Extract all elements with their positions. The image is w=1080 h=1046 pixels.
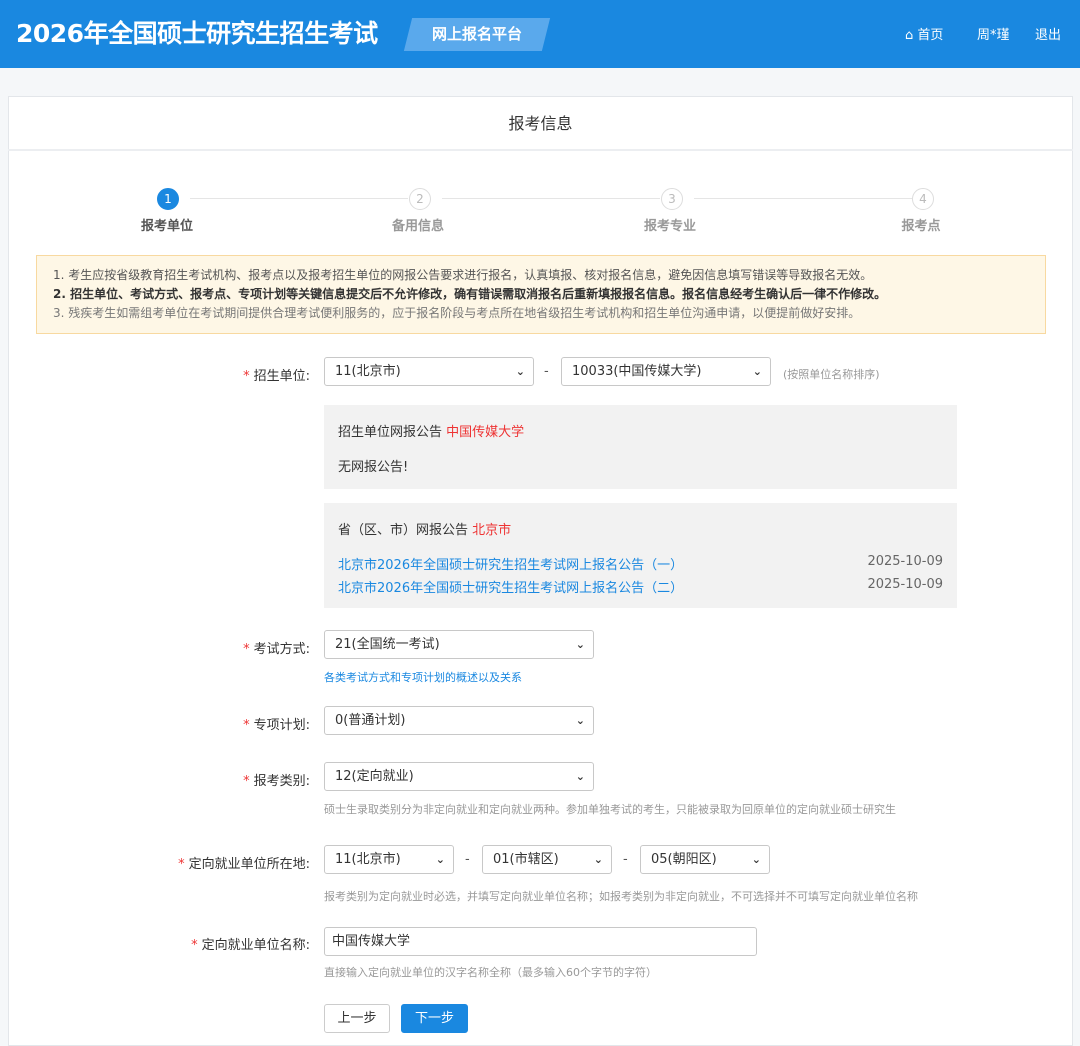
employer-label: * 定向就业单位名称: <box>10 934 310 953</box>
unit-announcement-box: 招生单位网报公告 中国传媒大学 无网报公告! <box>324 405 957 489</box>
announcement-link[interactable]: 北京市2026年全国硕士研究生招生考试网上报名公告（一） <box>338 554 683 573</box>
home-icon: ⌂ <box>905 28 913 43</box>
chevron-down-icon: ⌄ <box>436 846 445 873</box>
chevron-down-icon: ⌄ <box>753 358 762 385</box>
category-select[interactable]: 12(定向就业) ⌄ <box>324 762 594 791</box>
label-text: 专项计划: <box>254 718 310 733</box>
employer-hint: 直接输入定向就业单位的汉字名称全称（最多输入60个字节的字符） <box>324 964 657 980</box>
location-district-select[interactable]: 05(朝阳区) ⌄ <box>640 845 770 874</box>
label-text: 定向就业单位所在地: <box>189 857 310 872</box>
select-value: 12(定向就业) <box>335 769 414 784</box>
province-announcement-title: 省（区、市）网报公告 北京市 <box>338 519 943 538</box>
step-4-circle: 4 <box>912 188 934 210</box>
notice-box: 1. 考生应按省级教育招生考试机构、报考点以及报考招生单位的网报公告要求进行报名… <box>36 255 1046 334</box>
announcement-item: 北京市2026年全国硕士研究生招生考试网上报名公告（二） 2025-10-09 <box>338 577 943 596</box>
select-value: 0(普通计划) <box>335 713 405 728</box>
step-2-circle: 2 <box>409 188 431 210</box>
separator: - <box>623 852 628 867</box>
select-value: 11(北京市) <box>335 364 401 379</box>
step-3-circle: 3 <box>661 188 683 210</box>
home-link[interactable]: ⌂ 首页 <box>905 24 943 43</box>
location-province-select[interactable]: 11(北京市) ⌄ <box>324 845 454 874</box>
select-value: 01(市辖区) <box>493 852 559 867</box>
chevron-down-icon: ⌄ <box>752 846 761 873</box>
chevron-down-icon: ⌄ <box>594 846 603 873</box>
select-value: 11(北京市) <box>335 852 401 867</box>
required-mark: * <box>191 938 198 953</box>
site-title: 2026年全国硕士研究生招生考试 <box>16 14 378 50</box>
unit-province-select[interactable]: 11(北京市) ⌄ <box>324 357 534 386</box>
select-value: 05(朝阳区) <box>651 852 717 867</box>
notice-1: 1. 考生应按省级教育招生考试机构、报考点以及报考招生单位的网报公告要求进行报名… <box>53 266 1029 285</box>
unit-school-select[interactable]: 10033(中国传媒大学) ⌄ <box>561 357 771 386</box>
unit-name: 中国传媒大学 <box>446 425 524 440</box>
separator: - <box>544 364 549 379</box>
announcement-link[interactable]: 北京市2026年全国硕士研究生招生考试网上报名公告（二） <box>338 577 683 596</box>
step-2-label: 备用信息 <box>368 215 468 234</box>
exam-mode-select[interactable]: 21(全国统一考试) ⌄ <box>324 630 594 659</box>
location-city-select[interactable]: 01(市辖区) ⌄ <box>482 845 612 874</box>
category-label: * 报考类别: <box>10 770 310 789</box>
announcement-date: 2025-10-09 <box>867 577 943 596</box>
step-connector <box>190 198 408 199</box>
user-link[interactable]: 周*瑾 <box>977 24 1010 43</box>
required-mark: * <box>243 718 250 733</box>
title-text: 省（区、市）网报公告 <box>338 523 468 538</box>
unit-label: * 招生单位: <box>10 365 310 384</box>
unit-announcement-title: 招生单位网报公告 中国传媒大学 <box>338 421 943 440</box>
step-connector <box>694 198 912 199</box>
separator: - <box>465 852 470 867</box>
unit-hint: (按照单位名称排序) <box>783 366 880 382</box>
unit-announcement-body: 无网报公告! <box>338 456 943 475</box>
category-hint: 硕士生录取类别分为非定向就业和定向就业两种。参加单独考试的考生，只能被录取为回原… <box>324 801 896 817</box>
step-connector <box>442 198 660 199</box>
select-value: 21(全国统一考试) <box>335 637 440 652</box>
card-title: 报考信息 <box>8 96 1073 151</box>
chevron-down-icon: ⌄ <box>576 707 585 734</box>
chevron-down-icon: ⌄ <box>576 631 585 658</box>
label-text: 报考类别: <box>254 774 310 789</box>
step-4-label: 报考点 <box>871 215 971 234</box>
step-3-label: 报考专业 <box>620 215 720 234</box>
notice-3: 3. 残疾考生如需组考单位在考试期间提供合理考试便利服务的，应于报名阶段与考点所… <box>53 304 1029 323</box>
select-value: 10033(中国传媒大学) <box>572 364 702 379</box>
province-announcement-box: 省（区、市）网报公告 北京市 北京市2026年全国硕士研究生招生考试网上报名公告… <box>324 503 957 608</box>
exam-mode-info-link[interactable]: 各类考试方式和专项计划的概述以及关系 <box>324 669 522 685</box>
province-name: 北京市 <box>472 523 511 538</box>
title-text: 招生单位网报公告 <box>338 425 442 440</box>
announcement-date: 2025-10-09 <box>867 554 943 573</box>
required-mark: * <box>243 774 250 789</box>
chevron-down-icon: ⌄ <box>576 763 585 790</box>
logout-link[interactable]: 退出 <box>1035 24 1061 43</box>
employer-input[interactable]: 中国传媒大学 <box>324 927 757 956</box>
required-mark: * <box>243 642 250 657</box>
required-mark: * <box>243 369 250 384</box>
step-1-circle: 1 <box>157 188 179 210</box>
location-label: * 定向就业单位所在地: <box>10 853 310 872</box>
notice-2: 2. 招生单位、考试方式、报考点、专项计划等关键信息提交后不允许修改，确有错误需… <box>53 285 1029 304</box>
label-text: 招生单位: <box>254 369 310 384</box>
platform-badge: 网上报名平台 <box>408 18 546 51</box>
chevron-down-icon: ⌄ <box>516 358 525 385</box>
label-text: 考试方式: <box>254 642 310 657</box>
step-1-label: 报考单位 <box>117 215 217 234</box>
announcement-item: 北京市2026年全国硕士研究生招生考试网上报名公告（一） 2025-10-09 <box>338 554 943 573</box>
required-mark: * <box>178 857 185 872</box>
prev-button[interactable]: 上一步 <box>324 1004 390 1033</box>
home-label: 首页 <box>917 28 943 43</box>
exam-mode-label: * 考试方式: <box>10 638 310 657</box>
next-button[interactable]: 下一步 <box>401 1004 468 1033</box>
special-plan-select[interactable]: 0(普通计划) ⌄ <box>324 706 594 735</box>
label-text: 定向就业单位名称: <box>202 938 310 953</box>
special-plan-label: * 专项计划: <box>10 714 310 733</box>
location-hint: 报考类别为定向就业时必选，并填写定向就业单位名称；如报考类别为非定向就业，不可选… <box>324 888 918 904</box>
